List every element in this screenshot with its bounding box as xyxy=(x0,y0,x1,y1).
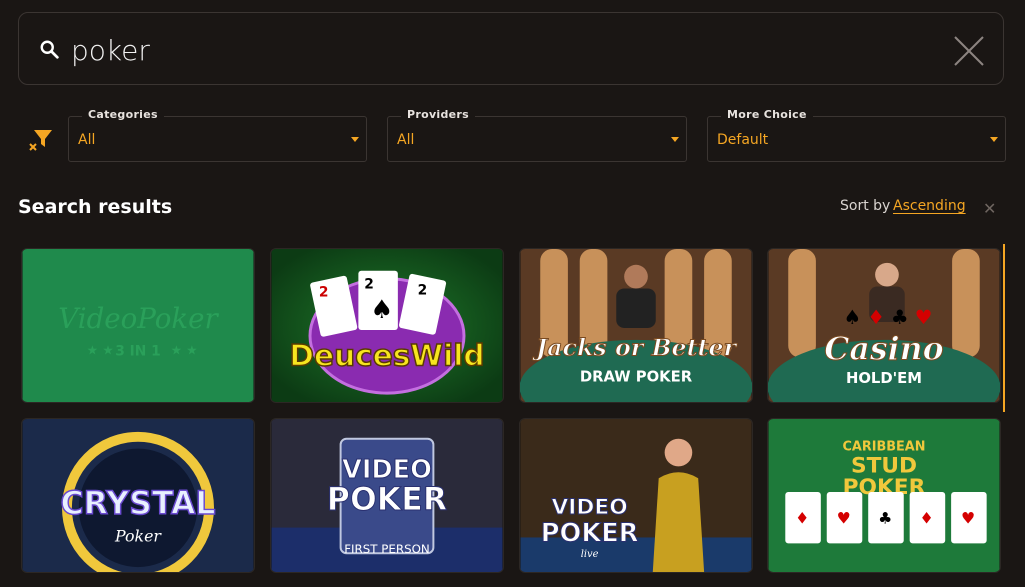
game-tile-caribbean-stud-poker[interactable]: CARIBBEAN STUD POKER ♦ ♥ ♣ ♦ ♥ xyxy=(767,418,1001,573)
game-tile-crystal-poker[interactable]: CRYSTAL Poker xyxy=(21,418,255,573)
game-thumbnail: CARIBBEAN STUD POKER ♦ ♥ ♣ ♦ ♥ xyxy=(768,419,1000,572)
more-choice-value: Default xyxy=(717,132,769,148)
caret-down-icon xyxy=(351,137,359,142)
svg-text:♦: ♦ xyxy=(867,306,885,329)
tile-logo-text: CRYSTAL xyxy=(60,486,215,522)
game-thumbnail: VIDEO POKER live xyxy=(520,419,752,572)
svg-text:2: 2 xyxy=(364,276,374,292)
caret-down-icon xyxy=(671,137,679,142)
tile-logo-sub: live xyxy=(581,549,599,560)
more-choice-label: More Choice xyxy=(721,108,813,121)
sort-order-link[interactable]: Ascending xyxy=(893,198,966,214)
svg-text:★ ★: ★ ★ xyxy=(171,344,198,359)
tile-logo-text: Casino xyxy=(824,331,943,368)
categories-select[interactable]: Categories All xyxy=(68,108,367,162)
svg-text:♦: ♦ xyxy=(795,509,809,528)
sort-clear-icon[interactable]: ✕ xyxy=(983,199,996,218)
providers-value: All xyxy=(397,132,415,148)
tile-logo-sub: 3 IN 1 xyxy=(115,344,161,360)
sort-label: Sort by xyxy=(840,198,891,214)
svg-text:♥: ♥ xyxy=(961,509,975,528)
search-input[interactable] xyxy=(69,29,933,71)
tile-logo-sub: Poker xyxy=(114,526,162,545)
svg-text:2: 2 xyxy=(319,284,329,300)
svg-text:♥: ♥ xyxy=(915,306,933,329)
tile-logo-text-2: POKER xyxy=(327,482,447,518)
tile-logo-text: VIDEO xyxy=(342,455,432,485)
svg-text:♦: ♦ xyxy=(920,509,934,528)
more-choice-select[interactable]: More Choice Default xyxy=(707,108,1006,162)
game-thumbnail: 2 2 ♠ 2 DeucesWild xyxy=(271,249,503,402)
providers-label: Providers xyxy=(401,108,475,121)
tile-logo-sub: HOLD'EM xyxy=(846,370,922,387)
categories-label: Categories xyxy=(82,108,164,121)
game-thumbnail: Jacks or Better DRAW POKER xyxy=(520,249,752,402)
tile-logo-text: DeucesWild xyxy=(289,338,484,372)
game-tile-video-poker-live[interactable]: VIDEO POKER live xyxy=(519,418,753,573)
tile-logo-sub: DRAW POKER xyxy=(580,368,693,385)
game-thumbnail: VideoPoker 3 IN 1 ★ ★ ★ ★ xyxy=(22,249,254,402)
close-icon[interactable] xyxy=(953,35,985,67)
tile-logo-text: VIDEO xyxy=(552,495,628,520)
search-icon xyxy=(40,40,59,59)
search-box xyxy=(18,12,1004,85)
game-tile-jacks-or-better[interactable]: Jacks or Better DRAW POKER xyxy=(519,248,753,403)
scrollbar[interactable] xyxy=(1003,244,1005,412)
game-thumbnail: ♠ ♦ ♣ ♥ Casino HOLD'EM xyxy=(768,249,1000,402)
svg-text:2: 2 xyxy=(418,282,428,298)
svg-text:♠: ♠ xyxy=(844,306,862,329)
tile-logo-text: Jacks or Better xyxy=(532,334,738,362)
caret-down-icon xyxy=(990,137,998,142)
tile-logo-text: VideoPoker xyxy=(58,302,219,335)
providers-select-box[interactable] xyxy=(387,116,687,162)
svg-text:♣: ♣ xyxy=(878,509,892,528)
game-tile-casino-holdem[interactable]: ♠ ♦ ♣ ♥ Casino HOLD'EM xyxy=(767,248,1001,403)
svg-text:♣: ♣ xyxy=(891,306,909,329)
svg-text:♥: ♥ xyxy=(837,509,851,528)
providers-select[interactable]: Providers All xyxy=(387,108,687,162)
svg-text:★ ★: ★ ★ xyxy=(87,344,114,359)
categories-select-box[interactable] xyxy=(68,116,367,162)
clear-filter-icon[interactable] xyxy=(28,128,54,152)
game-tile-video-poker-first-person[interactable]: VIDEO POKER FIRST PERSON xyxy=(270,418,504,573)
tile-logo-sub: FIRST PERSON xyxy=(344,542,430,556)
game-thumbnail: CRYSTAL Poker xyxy=(22,419,254,572)
game-tile-video-poker-3in1[interactable]: VideoPoker 3 IN 1 ★ ★ ★ ★ xyxy=(21,248,255,403)
categories-value: All xyxy=(78,132,96,148)
game-thumbnail: VIDEO POKER FIRST PERSON xyxy=(271,419,503,572)
tile-logo-text-2: POKER xyxy=(541,518,639,548)
svg-text:♠: ♠ xyxy=(370,295,393,325)
game-tile-deuces-wild[interactable]: 2 2 ♠ 2 DeucesWild xyxy=(270,248,504,403)
results-title: Search results xyxy=(18,196,173,218)
